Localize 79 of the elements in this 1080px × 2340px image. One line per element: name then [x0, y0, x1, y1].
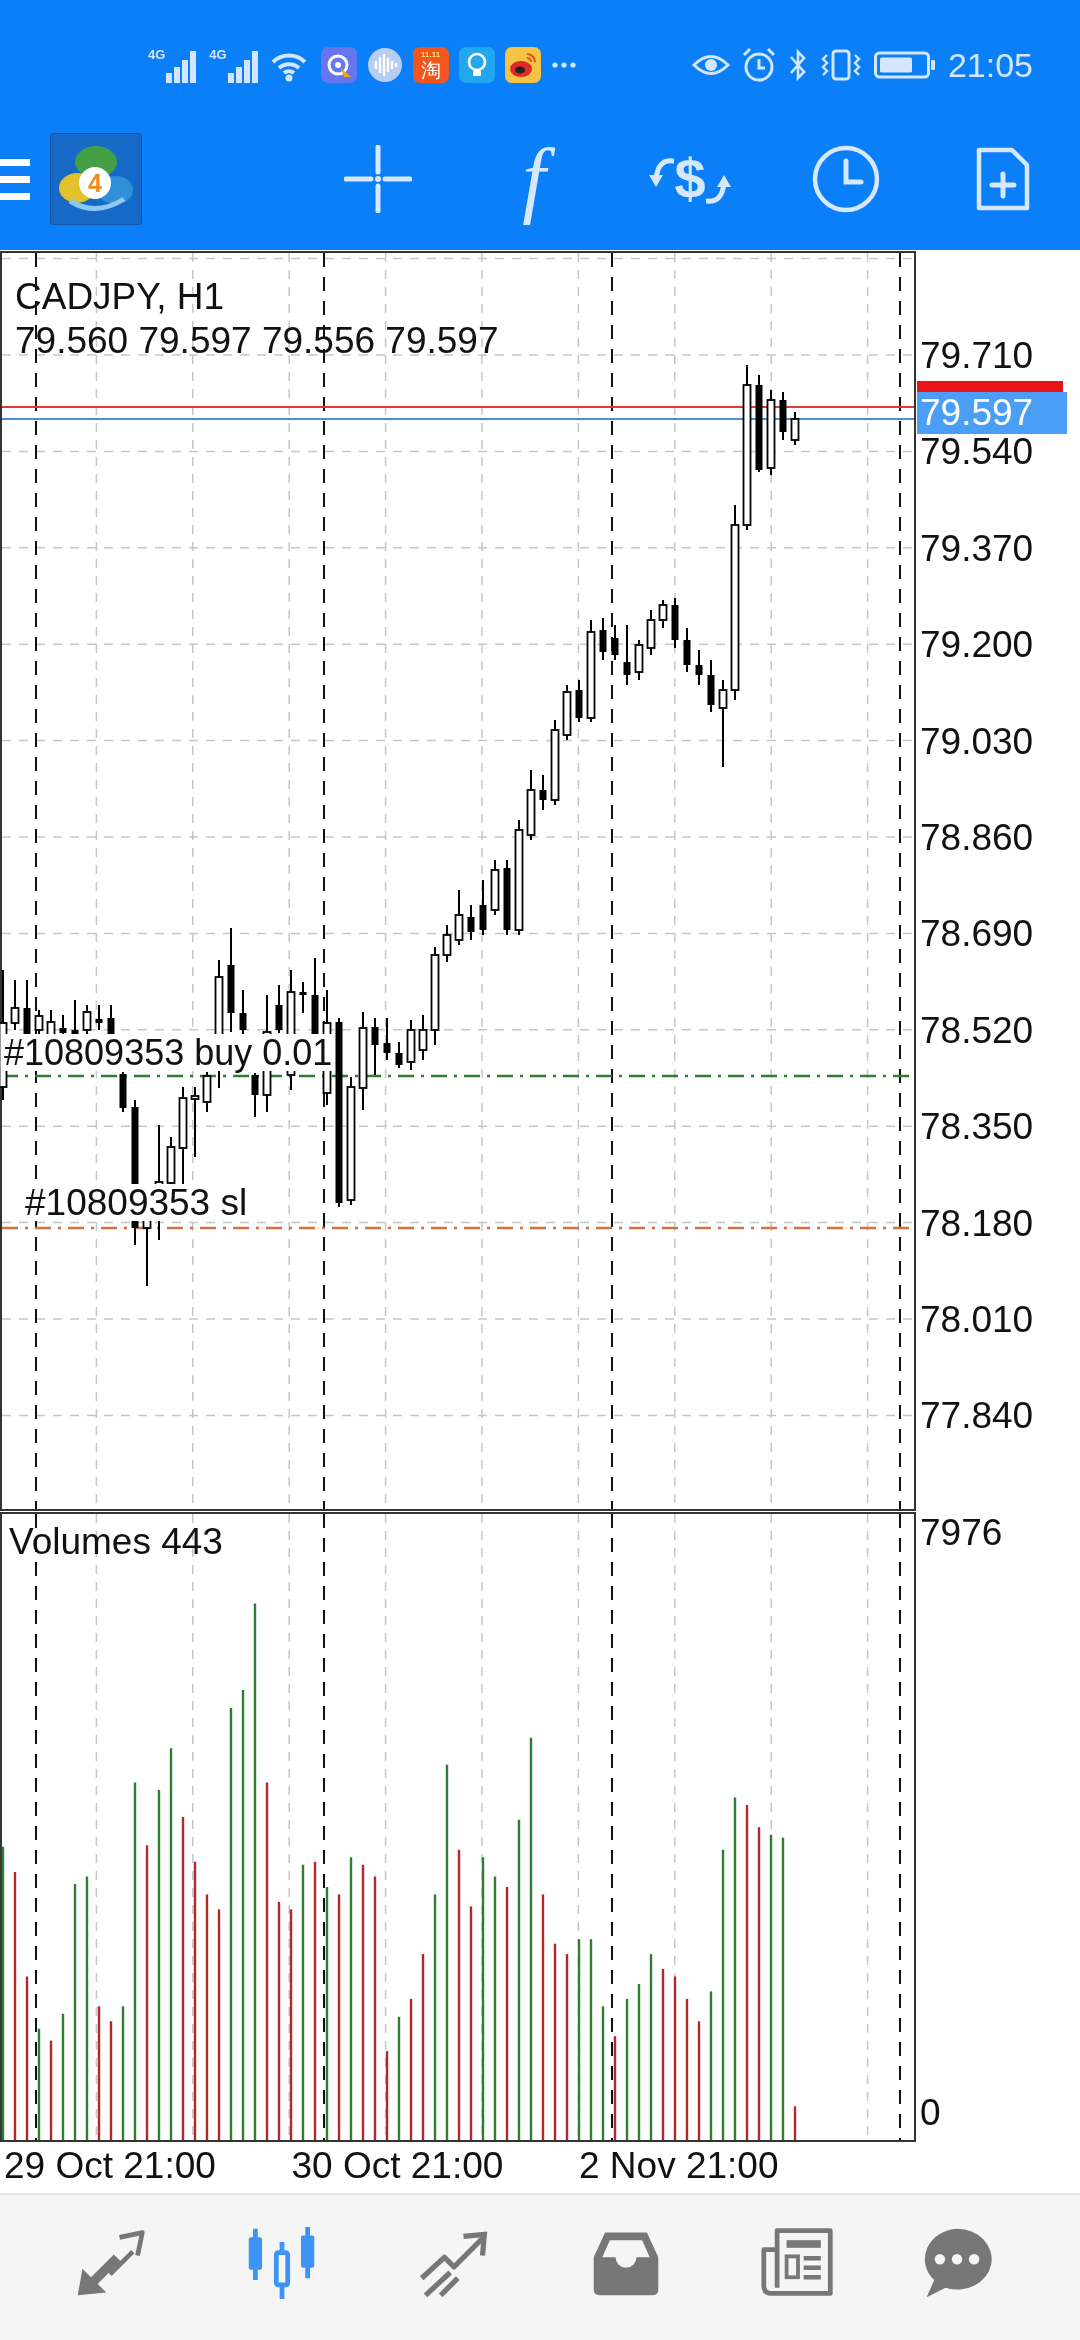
network-type-label: 4G [209, 48, 227, 62]
indicator-title: Volumes 443 [9, 1523, 223, 1560]
bluetooth-icon [787, 48, 808, 82]
stop-loss-label: #10809353 sl [25, 1184, 248, 1221]
bearish-candle [611, 624, 619, 661]
bearish-candle [275, 984, 283, 1034]
falling-volume-bar [793, 2106, 797, 2140]
price-scale-label: 78.350 [920, 1108, 1034, 1146]
bearish-candle [683, 627, 691, 673]
bearish-candle [299, 981, 307, 1014]
bullish-candle [10, 979, 20, 1031]
bearish-candle [779, 391, 787, 441]
signal-icon [226, 49, 261, 83]
bullish-candle [406, 1019, 416, 1071]
bearish-candle [119, 1071, 127, 1113]
bearish-candle [671, 597, 679, 649]
menu-icon[interactable] [0, 157, 30, 201]
price-scale-label: 79.030 [920, 722, 1034, 760]
bearish-candle [695, 649, 703, 686]
bullish-candle [190, 1086, 200, 1158]
price-scale-label: 79.540 [920, 433, 1034, 471]
bullish-candle [658, 599, 668, 629]
bullish-candle [790, 411, 800, 446]
sale-label: 11.11 [421, 49, 441, 59]
bearish-candle [251, 1072, 259, 1118]
vibrate-icon [819, 48, 862, 82]
eye-icon [691, 52, 730, 78]
bearish-candle [599, 617, 607, 661]
target-app-icon [320, 47, 357, 83]
price-scale-label: 79.200 [920, 626, 1034, 664]
bearish-candle [383, 1017, 391, 1061]
price-scale-label: 77.840 [920, 1397, 1034, 1435]
bearish-candle [623, 624, 631, 686]
price-scale-label: 78.690 [920, 915, 1034, 953]
bullish-candle [202, 1071, 212, 1113]
bearish-candle [479, 879, 487, 936]
more-dots-icon [550, 61, 577, 69]
crosshair-icon [344, 145, 412, 213]
bullish-candle [490, 859, 500, 916]
bullish-candle [526, 769, 536, 841]
network-type-label: 4G [148, 48, 166, 62]
bearish-candle [575, 679, 583, 723]
bullish-candle [418, 1014, 428, 1061]
price-scale-label: 79.710 [920, 337, 1034, 374]
shop-glyph: 淘 [420, 58, 441, 81]
bullish-candle [454, 889, 464, 946]
document-plus-icon [974, 147, 1030, 211]
bearish-candle [539, 774, 547, 811]
bearish-candle [395, 1041, 403, 1069]
bearish-candle [467, 904, 475, 941]
battery-icon [873, 51, 936, 79]
bullish-candle [646, 609, 656, 656]
time-axis-label: 29 Oct 21:00 [4, 2147, 216, 2184]
ring-logo-app-icon [504, 47, 541, 83]
waveform-app-icon [366, 47, 403, 83]
price-scale-label: 78.520 [920, 1011, 1034, 1049]
bullish-candle [634, 639, 644, 681]
toolbar-button[interactable]: f [456, 131, 612, 227]
time-axis-label: 2 Nov 21:00 [579, 2147, 779, 2184]
bearish-candle [707, 659, 715, 713]
bearish-candle [371, 1017, 379, 1076]
bearish-candle [95, 1004, 103, 1031]
bulb-app-icon [458, 47, 495, 83]
price-scale-label: 79.370 [920, 529, 1034, 567]
toolbar-button[interactable]: $ [612, 131, 768, 227]
ohlc-values: 79.560 79.597 79.556 79.597 [15, 322, 499, 359]
price-scale-label: 78.010 [920, 1301, 1034, 1338]
bullish-candle [562, 684, 572, 741]
volume-scale-label: 0 [920, 2094, 941, 2131]
time-axis-label: 30 Oct 21:00 [291, 2147, 504, 2184]
symbol-title: CADJPY, H1 [15, 278, 225, 315]
volume-scale-label: 7976 [920, 1514, 1003, 1551]
alarm-clock-icon [741, 47, 776, 83]
clock-icon [812, 145, 880, 213]
bullish-candle [442, 924, 452, 963]
bid-price-tag: 79.597 [917, 392, 1067, 434]
price-scale-label: 78.860 [920, 819, 1034, 856]
price-scale-label: 78.180 [920, 1204, 1034, 1242]
status-time: 21:05 [947, 45, 1033, 85]
